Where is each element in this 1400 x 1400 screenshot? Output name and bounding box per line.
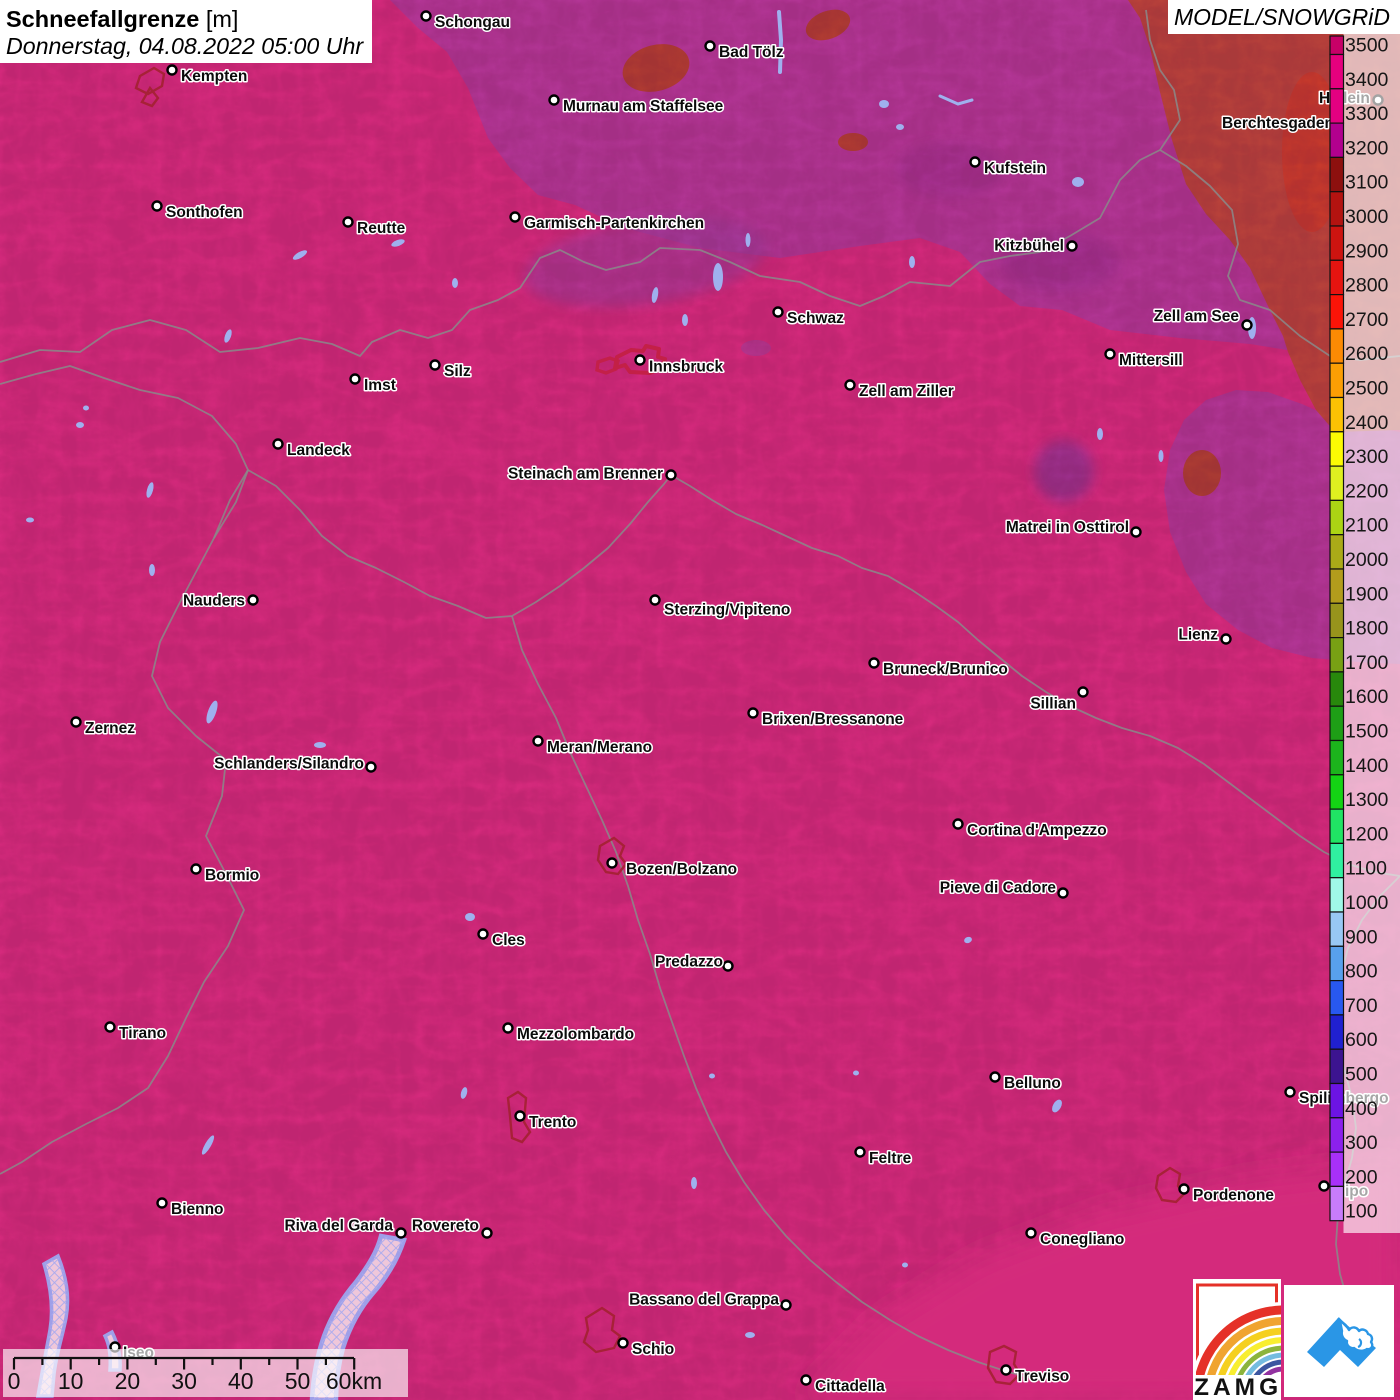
svg-text:Kempten: Kempten: [181, 68, 247, 85]
svg-text:Bienno: Bienno: [171, 1201, 224, 1218]
svg-text:1200: 1200: [1345, 823, 1389, 845]
svg-text:Zell am See: Zell am See: [1154, 308, 1240, 325]
svg-text:300: 300: [1345, 1132, 1378, 1154]
svg-text:2700: 2700: [1345, 309, 1389, 331]
svg-text:Belluno: Belluno: [1004, 1075, 1061, 1092]
svg-text:Tirano: Tirano: [119, 1025, 166, 1042]
svg-text:1400: 1400: [1345, 755, 1389, 777]
svg-text:900: 900: [1345, 926, 1378, 948]
svg-text:Sterzing/Vipiteno: Sterzing/Vipiteno: [664, 602, 790, 619]
svg-text:Treviso: Treviso: [1015, 1368, 1069, 1385]
svg-text:Matrei in Osttirol: Matrei in Osttirol: [1006, 519, 1129, 536]
svg-text:2200: 2200: [1345, 480, 1389, 502]
svg-text:100: 100: [1345, 1201, 1378, 1223]
svg-text:2300: 2300: [1345, 446, 1389, 468]
svg-text:Cles: Cles: [492, 932, 525, 949]
svg-text:Schneefallgrenze [m]: Schneefallgrenze [m]: [6, 6, 238, 32]
svg-text:Lienz: Lienz: [1178, 627, 1218, 644]
svg-text:20: 20: [115, 1368, 141, 1394]
svg-text:600: 600: [1345, 1029, 1378, 1051]
svg-text:Rovereto: Rovereto: [412, 1218, 479, 1235]
svg-text:1700: 1700: [1345, 652, 1389, 674]
svg-text:Silz: Silz: [444, 363, 471, 380]
svg-text:Kitzbühel: Kitzbühel: [994, 238, 1064, 255]
svg-text:Mittersill: Mittersill: [1119, 352, 1183, 369]
svg-text:1500: 1500: [1345, 721, 1389, 743]
svg-text:50: 50: [285, 1368, 311, 1394]
svg-text:Conegliano: Conegliano: [1040, 1231, 1124, 1248]
svg-text:1600: 1600: [1345, 686, 1389, 708]
svg-text:ZAMG: ZAMG: [1194, 1374, 1282, 1400]
svg-text:40: 40: [228, 1368, 254, 1394]
svg-text:1300: 1300: [1345, 789, 1389, 811]
svg-text:Kufstein: Kufstein: [984, 160, 1046, 177]
svg-text:2900: 2900: [1345, 240, 1389, 262]
svg-text:Cortina d'Ampezzo: Cortina d'Ampezzo: [967, 822, 1107, 839]
svg-text:Steinach am Brenner: Steinach am Brenner: [508, 466, 663, 483]
svg-text:1900: 1900: [1345, 583, 1389, 605]
svg-text:Cittadella: Cittadella: [815, 1378, 885, 1395]
svg-text:Garmisch-Partenkirchen: Garmisch-Partenkirchen: [524, 215, 704, 232]
svg-text:Bormio: Bormio: [205, 867, 259, 884]
svg-text:Bassano del Grappa: Bassano del Grappa: [629, 1292, 779, 1309]
svg-text:Zernez: Zernez: [85, 720, 135, 737]
svg-text:2000: 2000: [1345, 549, 1389, 571]
svg-text:1800: 1800: [1345, 618, 1389, 640]
svg-text:Murnau am Staffelsee: Murnau am Staffelsee: [563, 98, 724, 115]
svg-text:Innsbruck: Innsbruck: [649, 359, 723, 376]
svg-text:Predazzo: Predazzo: [655, 954, 723, 971]
svg-text:Schwaz: Schwaz: [787, 310, 844, 327]
svg-text:Berchtesgaden: Berchtesgaden: [1222, 115, 1334, 132]
svg-text:Imst: Imst: [364, 377, 396, 394]
svg-text:Bad Tölz: Bad Tölz: [719, 44, 784, 61]
svg-text:MODEL/SNOWGRiD: MODEL/SNOWGRiD: [1174, 4, 1390, 30]
svg-text:60km: 60km: [326, 1368, 382, 1394]
svg-text:3100: 3100: [1345, 172, 1389, 194]
svg-text:500: 500: [1345, 1064, 1378, 1086]
svg-text:3400: 3400: [1345, 69, 1389, 91]
svg-text:200: 200: [1345, 1166, 1378, 1188]
svg-text:400: 400: [1345, 1098, 1378, 1120]
svg-text:Sillian: Sillian: [1030, 696, 1076, 713]
svg-text:1100: 1100: [1345, 858, 1387, 880]
svg-text:Riva del Garda: Riva del Garda: [284, 1218, 393, 1235]
svg-text:Reutte: Reutte: [357, 220, 406, 237]
svg-text:Nauders: Nauders: [183, 593, 245, 610]
svg-text:Pordenone: Pordenone: [1193, 1187, 1274, 1204]
svg-text:Bozen/Bolzano: Bozen/Bolzano: [626, 861, 737, 878]
svg-text:Schio: Schio: [632, 1341, 674, 1358]
svg-text:2100: 2100: [1345, 515, 1389, 537]
svg-text:Feltre: Feltre: [869, 1150, 912, 1167]
svg-text:3500: 3500: [1345, 35, 1389, 57]
svg-text:0: 0: [8, 1368, 21, 1394]
svg-text:Bruneck/Brunico: Bruneck/Brunico: [883, 661, 1008, 678]
svg-text:10: 10: [58, 1368, 84, 1394]
svg-text:Zell am Ziller: Zell am Ziller: [859, 383, 954, 400]
svg-text:1000: 1000: [1345, 892, 1389, 914]
svg-text:Meran/Merano: Meran/Merano: [547, 739, 652, 756]
svg-text:2500: 2500: [1345, 378, 1389, 400]
svg-text:Pieve di Cadore: Pieve di Cadore: [940, 880, 1057, 897]
svg-text:Donnerstag, 04.08.2022 05:00 U: Donnerstag, 04.08.2022 05:00 Uhr: [6, 33, 364, 59]
svg-text:3300: 3300: [1345, 103, 1389, 125]
svg-text:2600: 2600: [1345, 343, 1389, 365]
svg-text:3200: 3200: [1345, 137, 1389, 159]
svg-text:800: 800: [1345, 961, 1378, 983]
svg-text:30: 30: [171, 1368, 197, 1394]
svg-text:Landeck: Landeck: [287, 442, 350, 459]
svg-text:Schongau: Schongau: [435, 14, 510, 31]
svg-text:Sonthofen: Sonthofen: [166, 204, 243, 221]
svg-text:Mezzolombardo: Mezzolombardo: [517, 1026, 634, 1043]
svg-text:Trento: Trento: [529, 1114, 576, 1131]
svg-text:2800: 2800: [1345, 275, 1389, 297]
svg-text:Brixen/Bressanone: Brixen/Bressanone: [762, 711, 904, 728]
svg-text:3000: 3000: [1345, 206, 1389, 228]
svg-text:700: 700: [1345, 995, 1378, 1017]
svg-text:Schlanders/Silandro: Schlanders/Silandro: [214, 756, 364, 773]
svg-text:2400: 2400: [1345, 412, 1389, 434]
